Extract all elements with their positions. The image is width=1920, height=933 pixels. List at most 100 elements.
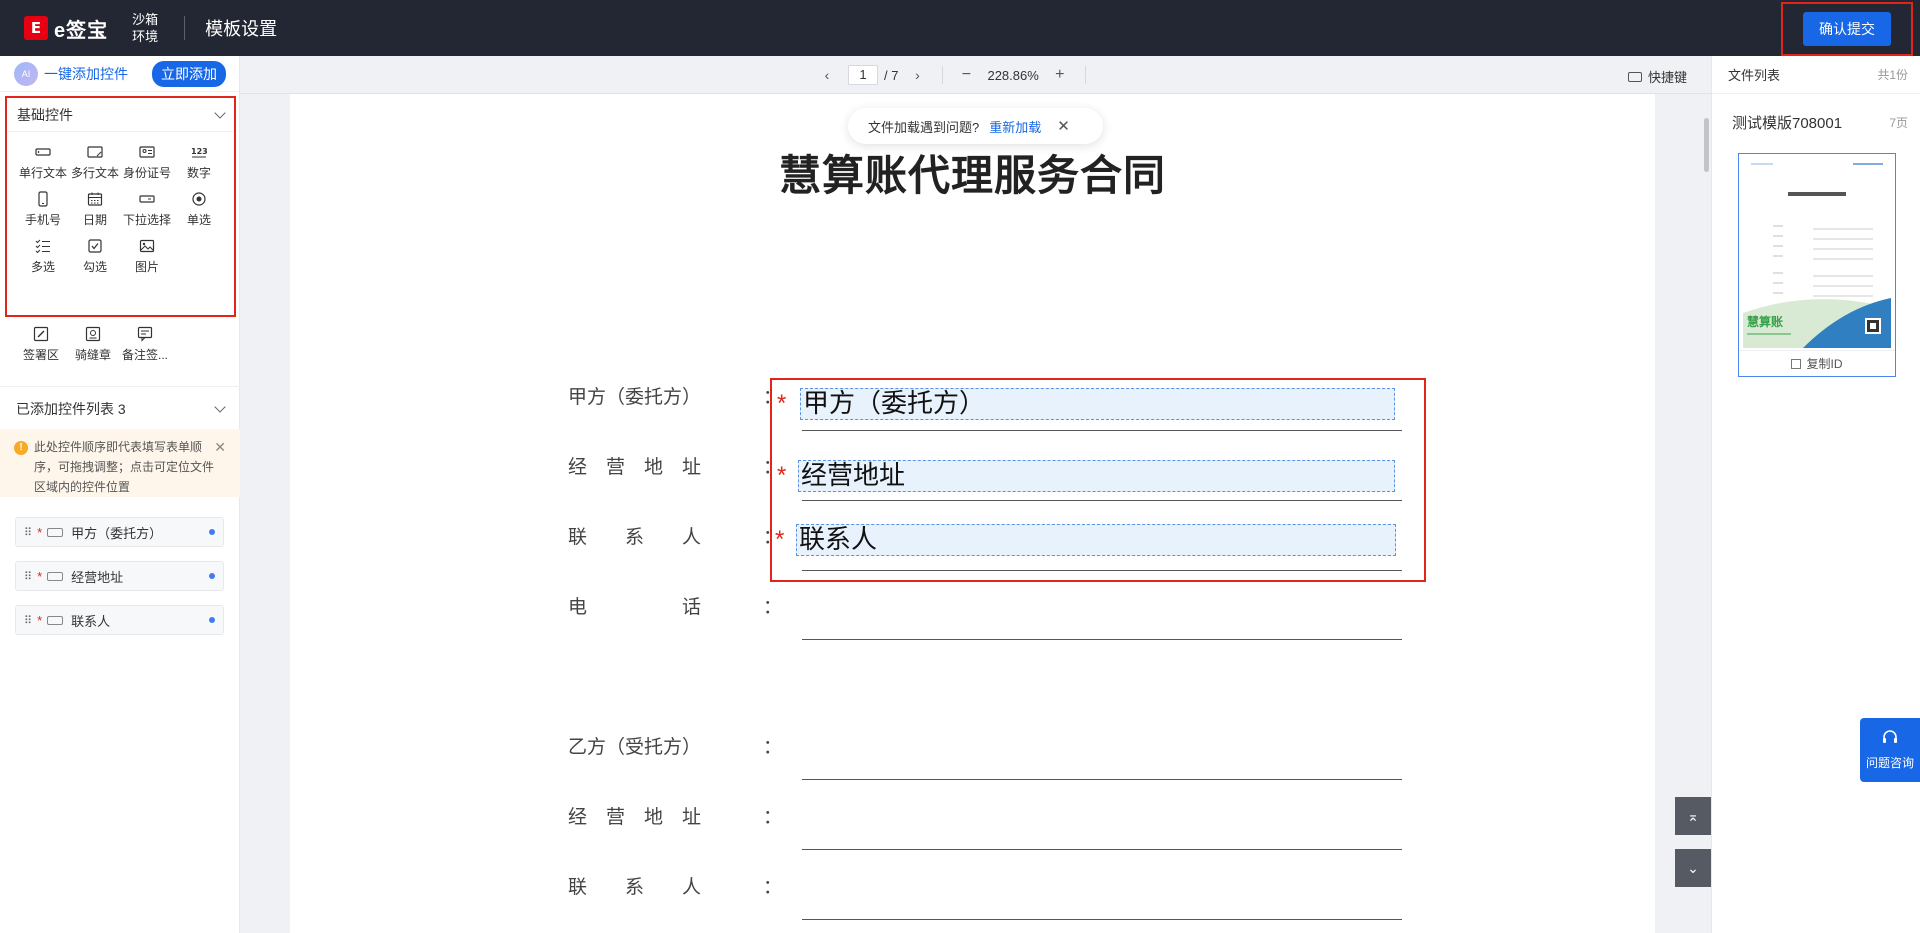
added-item-address[interactable]: ⠿ * 经营地址: [15, 561, 224, 591]
file-row[interactable]: 测试模版708001 7页: [1712, 112, 1920, 133]
control-sign-area[interactable]: 签署区: [15, 326, 67, 363]
control-label: 签署区: [22, 348, 59, 362]
drag-handle-icon[interactable]: ⠿: [24, 614, 32, 627]
scroll-bottom-icon: ⌄: [1687, 859, 1699, 876]
required-mark: *: [777, 390, 787, 417]
underline: [802, 779, 1402, 780]
total-pages: / 7: [884, 67, 899, 83]
drag-handle-icon[interactable]: ⠿: [24, 526, 32, 539]
next-page-button[interactable]: ›: [910, 67, 924, 83]
control-multi-select[interactable]: 多选: [17, 238, 69, 275]
image-icon: [139, 238, 155, 254]
page-title: 模板设置: [205, 19, 278, 39]
submit-highlight: 确认提交: [1781, 2, 1913, 56]
sign-area-icon: [33, 326, 49, 342]
prev-page-button[interactable]: ‹: [820, 67, 834, 83]
headset-icon: [1881, 729, 1899, 750]
control-label: 单选: [186, 213, 211, 227]
quick-add-label[interactable]: 一键添加控件: [44, 64, 128, 84]
control-label: 备注签...: [121, 348, 168, 362]
vertical-scrollbar[interactable]: [1704, 118, 1709, 172]
tip-text: 此处控件顺序即代表填写表单顺序，可拖拽调整；点击可定位文件区域内的控件位置: [34, 440, 215, 494]
control-mobile[interactable]: 手机号: [17, 191, 69, 228]
chevron-down-icon[interactable]: [214, 106, 226, 119]
control-single-line-text[interactable]: 单行文本: [17, 144, 69, 181]
zoom-out-button[interactable]: −: [959, 66, 973, 84]
control-label: 多行文本: [70, 166, 119, 180]
status-dot: [209, 617, 215, 623]
zoom-level: 228.86%: [987, 67, 1039, 83]
esign-logo: E e签宝: [24, 14, 108, 43]
field-contact[interactable]: 联系人: [796, 524, 1396, 556]
added-item-party-a[interactable]: ⠿ * 甲方（委托方）: [15, 517, 224, 547]
basic-controls-header[interactable]: 基础控件: [7, 98, 234, 132]
chevron-down-icon[interactable]: [214, 401, 226, 413]
added-item-label: 经营地址: [71, 569, 124, 585]
environment-label: 沙箱环境: [132, 12, 159, 44]
close-icon[interactable]: ✕: [1057, 117, 1070, 135]
radio-icon: [191, 191, 207, 207]
scroll-to-top-button[interactable]: ⌅: [1675, 797, 1711, 835]
quick-add-button[interactable]: 立即添加: [152, 60, 226, 87]
page-number-input[interactable]: 1: [848, 65, 878, 85]
number-icon: 123: [191, 144, 207, 160]
control-remark-sign[interactable]: 备注签...: [119, 326, 171, 363]
file-name: 测试模版708001: [1732, 115, 1843, 132]
order-tip: ! 此处控件顺序即代表填写表单顺序，可拖拽调整；点击可定位文件区域内的控件位置 …: [0, 429, 240, 497]
scroll-to-bottom-button[interactable]: ⌄: [1675, 849, 1711, 887]
file-list-panel: 文件列表 共1份 测试模版708001 7页 慧算账 复制ID: [1711, 56, 1920, 933]
dropdown-icon: [139, 191, 155, 207]
close-icon[interactable]: ✕: [214, 437, 226, 457]
control-seam-seal[interactable]: 骑缝章: [67, 326, 119, 363]
text-field-icon: [47, 571, 64, 581]
control-radio[interactable]: 单选: [173, 191, 225, 228]
control-label: 身份证号: [122, 166, 171, 180]
row-label-address-b: 经 营 地 址: [568, 806, 702, 828]
toast-message: 文件加载遇到问题?: [868, 119, 980, 135]
shortcut-button[interactable]: 快捷键: [1627, 67, 1687, 86]
quick-add-bar: AI 一键添加控件 立即添加: [0, 56, 239, 92]
added-controls-header[interactable]: 已添加控件列表 3: [6, 392, 234, 426]
status-dot: [209, 529, 215, 535]
scroll-top-icon: ⌅: [1687, 807, 1699, 824]
underline: [802, 849, 1402, 850]
document-page: 慧算账代理服务合同 甲方（委托方） ： 经 营 地 址 ： 联 系 人 ： 电 …: [290, 94, 1655, 933]
control-label: 手机号: [24, 213, 61, 227]
field-party-a[interactable]: 甲方（委托方）: [800, 388, 1395, 420]
field-address[interactable]: 经营地址: [798, 460, 1395, 492]
added-item-contact[interactable]: ⠿ * 联系人: [15, 605, 224, 635]
row-label-address: 经 营 地 址: [568, 456, 702, 478]
control-dropdown[interactable]: 下拉选择: [121, 191, 173, 228]
file-thumbnail[interactable]: 慧算账 复制ID: [1738, 153, 1896, 377]
help-label: 问题咨询: [1865, 756, 1914, 770]
control-multi-line-text[interactable]: 多行文本: [69, 144, 121, 181]
multi-select-icon: [35, 238, 51, 254]
confirm-submit-button[interactable]: 确认提交: [1803, 12, 1891, 46]
reload-link[interactable]: 重新加载: [989, 117, 1041, 136]
control-image[interactable]: 图片: [121, 238, 173, 275]
load-error-toast: 文件加载遇到问题? 重新加载 ✕: [848, 108, 1103, 144]
viewer-toolbar: ‹ 1 / 7 › − 228.86% + 快捷键: [240, 56, 1711, 94]
toolbar-divider: [942, 66, 944, 84]
required-mark: *: [37, 524, 43, 540]
help-consult-button[interactable]: 问题咨询: [1860, 718, 1920, 782]
info-icon: !: [14, 441, 28, 455]
control-label: 勾选: [82, 260, 107, 274]
calendar-icon: [87, 191, 103, 207]
text-field-icon: [47, 615, 64, 625]
zoom-in-button[interactable]: +: [1053, 66, 1067, 84]
control-checkbox[interactable]: 勾选: [69, 238, 121, 275]
shortcut-label: 快捷键: [1647, 70, 1687, 85]
file-list-header: 文件列表 共1份: [1712, 56, 1920, 94]
basic-controls-grid: 单行文本 多行文本 身份证号 123 数字 手机号 日期 下拉选择 单选 多选 …: [7, 132, 234, 275]
multi-line-text-icon: [87, 144, 103, 160]
ai-icon: AI: [14, 61, 38, 86]
control-id-card[interactable]: 身份证号: [121, 144, 173, 181]
drag-handle-icon[interactable]: ⠿: [24, 570, 32, 583]
file-page-count: 7页: [1889, 116, 1908, 130]
control-date[interactable]: 日期: [69, 191, 121, 228]
copy-id-button[interactable]: 复制ID: [1739, 350, 1895, 376]
control-number[interactable]: 123 数字: [173, 144, 225, 181]
thumb-brand: 慧算账: [1747, 314, 1783, 329]
underline: [802, 639, 1402, 640]
